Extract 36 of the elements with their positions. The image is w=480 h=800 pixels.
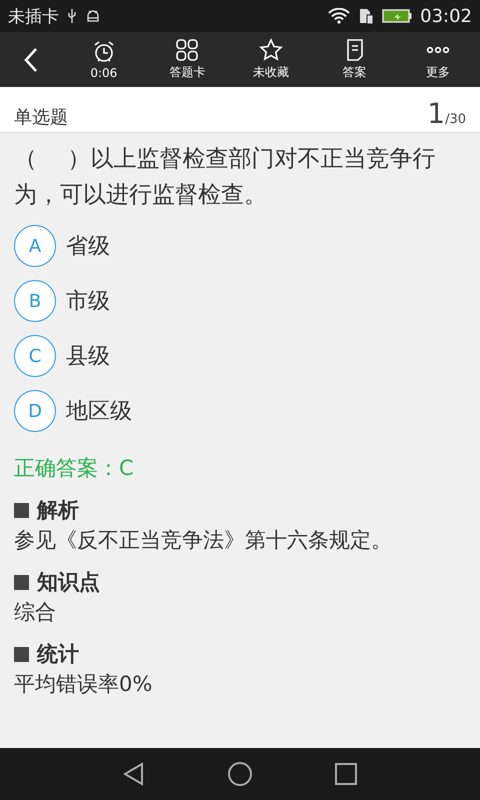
answer-option[interactable]: A 省级 [14, 225, 466, 267]
section-text: 平均错误率0% [14, 671, 154, 698]
android-icon [85, 9, 101, 23]
section-text: 参见《反不正当竞争法》第十六条规定。 [14, 527, 393, 554]
toolbar-button[interactable]: 更多 [396, 32, 480, 87]
section-title: 解析 [37, 497, 79, 524]
carrier-text: 未插卡 [8, 6, 59, 28]
answer-option[interactable]: D 地区级 [14, 390, 466, 432]
question-text: （ ）以上监督检查部门对不正当竞争行为，可以进行监督检查。 [14, 145, 436, 210]
question-type: 单选题 [14, 106, 68, 129]
square-bullet-icon [14, 646, 29, 662]
answer-option[interactable]: C 县级 [14, 335, 466, 377]
home-icon[interactable] [227, 761, 253, 787]
toolbar-button[interactable]: 未收藏 [229, 32, 313, 87]
clock-text: 03:02 [420, 6, 472, 26]
answer-option[interactable]: B 市级 [14, 280, 466, 322]
grid-icon [175, 38, 200, 62]
section-title: 知识点 [37, 569, 100, 596]
toolbar-button[interactable]: 答题卡 [146, 32, 230, 87]
question-number: 1 [427, 97, 446, 130]
section-text: 综合 [14, 599, 57, 626]
alarm-clock-icon [92, 40, 116, 64]
toolbar-button[interactable]: 答案 [312, 32, 396, 87]
section-title: 统计 [37, 641, 79, 668]
square-bullet-icon [14, 502, 29, 518]
star-icon [258, 38, 283, 62]
recents-icon[interactable] [333, 761, 359, 787]
battery-icon [382, 8, 412, 24]
usb-icon [67, 8, 77, 24]
correct-answer: 正确答案：C [14, 455, 135, 482]
square-bullet-icon [14, 574, 29, 590]
question-total: /30 [445, 112, 466, 127]
sim-icon [358, 8, 374, 24]
toolbar-button[interactable]: 0:06 [62, 32, 146, 87]
wifi-icon [328, 8, 350, 24]
more-icon [426, 46, 450, 54]
